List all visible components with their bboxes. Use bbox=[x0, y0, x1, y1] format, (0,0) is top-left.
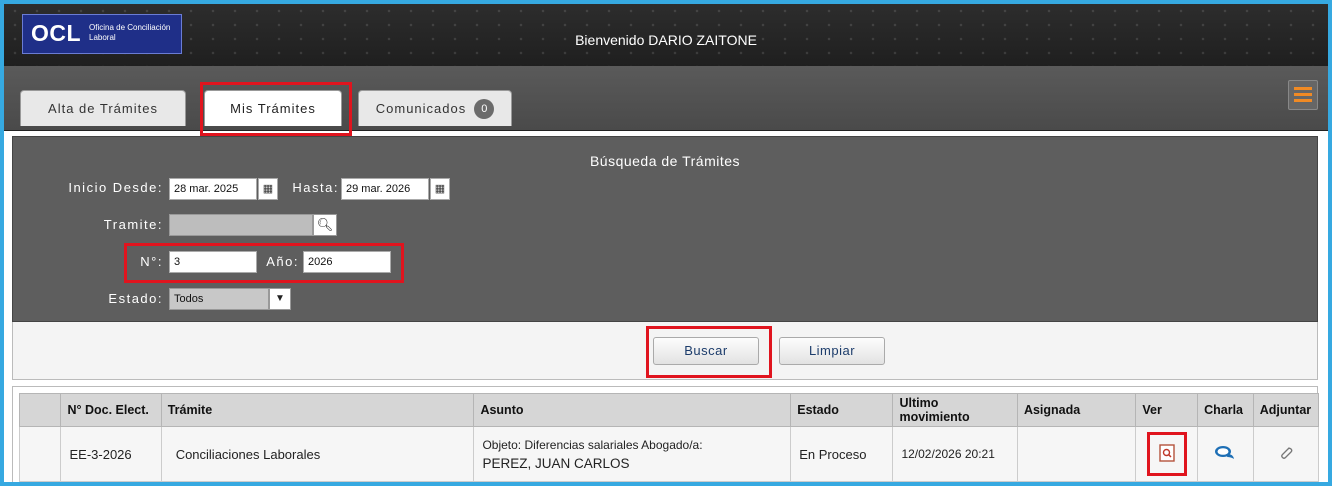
adjuntar-cell bbox=[1252, 426, 1320, 482]
row-select-cell[interactable] bbox=[18, 426, 62, 482]
tab-label: Comunicados bbox=[375, 101, 467, 116]
estado-select[interactable]: Todos bbox=[169, 288, 269, 310]
view-document-icon-svg bbox=[1159, 443, 1175, 462]
table-row[interactable]: EE-3-2026 Conciliaciones Laborales Objet… bbox=[18, 426, 1320, 482]
table-header-blank bbox=[18, 393, 62, 427]
hasta-input[interactable]: 29 mar. 2026 bbox=[341, 178, 429, 200]
estado-label: Estado: bbox=[108, 291, 163, 306]
hamburger-icon bbox=[1294, 87, 1312, 90]
view-document-icon[interactable] bbox=[1159, 443, 1175, 465]
tramite-cell: Conciliaciones Laborales bbox=[160, 426, 475, 482]
anio-input[interactable]: 2026 bbox=[303, 251, 391, 273]
search-icon[interactable]: 🔍︎ bbox=[313, 214, 337, 236]
app-header: OCL Oficina de Conciliación Laboral Bien… bbox=[4, 4, 1328, 66]
calendar-icon[interactable]: ▦ bbox=[430, 178, 450, 200]
tab-comunicados[interactable]: Comunicados 0 bbox=[358, 90, 512, 126]
app-frame: OCL Oficina de Conciliación Laboral Bien… bbox=[0, 0, 1332, 486]
table-header-asunto: Asunto bbox=[473, 393, 792, 427]
table-header-adjuntar: Adjuntar bbox=[1252, 393, 1320, 427]
action-buttons-row: Buscar Limpiar bbox=[12, 322, 1318, 380]
buscar-button[interactable]: Buscar bbox=[653, 337, 759, 365]
table-header-estado: Estado bbox=[790, 393, 894, 427]
table-header-tramite: Trámite bbox=[160, 393, 475, 427]
table-header-asignada: Asignada bbox=[1016, 393, 1137, 427]
calendar-icon[interactable]: ▦ bbox=[258, 178, 278, 200]
tramite-input[interactable] bbox=[169, 214, 313, 236]
table-header-row: N° Doc. Elect. Trámite Asunto Estado Ult… bbox=[18, 393, 1320, 427]
charla-cell bbox=[1197, 426, 1254, 482]
table-header-doc: N° Doc. Elect. bbox=[60, 393, 162, 427]
anio-label: Año: bbox=[266, 254, 299, 269]
chat-icon-svg bbox=[1215, 445, 1235, 459]
tab-alta-de-tramites[interactable]: Alta de Trámites bbox=[20, 90, 186, 126]
tab-label: Mis Trámites bbox=[230, 101, 316, 116]
numero-input[interactable]: 3 bbox=[169, 251, 257, 273]
numero-label: N°: bbox=[140, 254, 163, 269]
chat-icon[interactable] bbox=[1214, 445, 1236, 464]
ultimo-movimiento-cell: 12/02/2026 20:21 bbox=[892, 426, 1018, 482]
chevron-down-icon[interactable]: ▼ bbox=[269, 288, 291, 310]
results-table: N° Doc. Elect. Trámite Asunto Estado Ult… bbox=[18, 393, 1320, 482]
comunicados-count-badge: 0 bbox=[474, 98, 495, 119]
table-header-charla: Charla bbox=[1197, 393, 1254, 427]
asignada-cell bbox=[1016, 426, 1137, 482]
search-panel-title: Búsqueda de Trámites bbox=[589, 153, 741, 169]
tab-mis-tramites[interactable]: Mis Trámites bbox=[204, 90, 342, 126]
hasta-label: Hasta: bbox=[292, 180, 339, 195]
table-header-ver: Ver bbox=[1135, 393, 1199, 427]
estado-cell: En Proceso bbox=[790, 426, 894, 482]
welcome-message: Bienvenido DARIO ZAITONE bbox=[575, 32, 757, 48]
asunto-line2: PEREZ, JUAN CARLOS bbox=[482, 455, 630, 471]
ver-cell bbox=[1135, 426, 1199, 482]
doc-cell: EE-3-2026 bbox=[60, 426, 162, 482]
tab-bar: Alta de Trámites Mis Trámites Comunicado… bbox=[4, 66, 1328, 131]
results-table-container: N° Doc. Elect. Trámite Asunto Estado Ult… bbox=[12, 386, 1320, 482]
paperclip-icon[interactable] bbox=[1278, 445, 1294, 464]
limpiar-button[interactable]: Limpiar bbox=[779, 337, 885, 365]
asunto-line1: Objeto: Diferencias salariales Abogado/a… bbox=[482, 437, 703, 452]
tab-label: Alta de Trámites bbox=[48, 101, 158, 116]
tramite-label: Tramite: bbox=[103, 217, 163, 232]
hamburger-icon-bar bbox=[1294, 99, 1312, 102]
inicio-desde-input[interactable]: 28 mar. 2025 bbox=[169, 178, 257, 200]
inicio-desde-label: Inicio Desde: bbox=[68, 180, 163, 195]
asunto-cell: Objeto: Diferencias salariales Abogado/a… bbox=[473, 426, 792, 482]
table-header-ultimo: Ultimo movimiento bbox=[892, 393, 1018, 427]
hamburger-icon-bar bbox=[1294, 93, 1312, 96]
search-panel: Búsqueda de Trámites Inicio Desde: 28 ma… bbox=[12, 136, 1318, 322]
paperclip-icon-svg bbox=[1280, 446, 1293, 459]
hamburger-menu-button[interactable] bbox=[1288, 80, 1318, 110]
